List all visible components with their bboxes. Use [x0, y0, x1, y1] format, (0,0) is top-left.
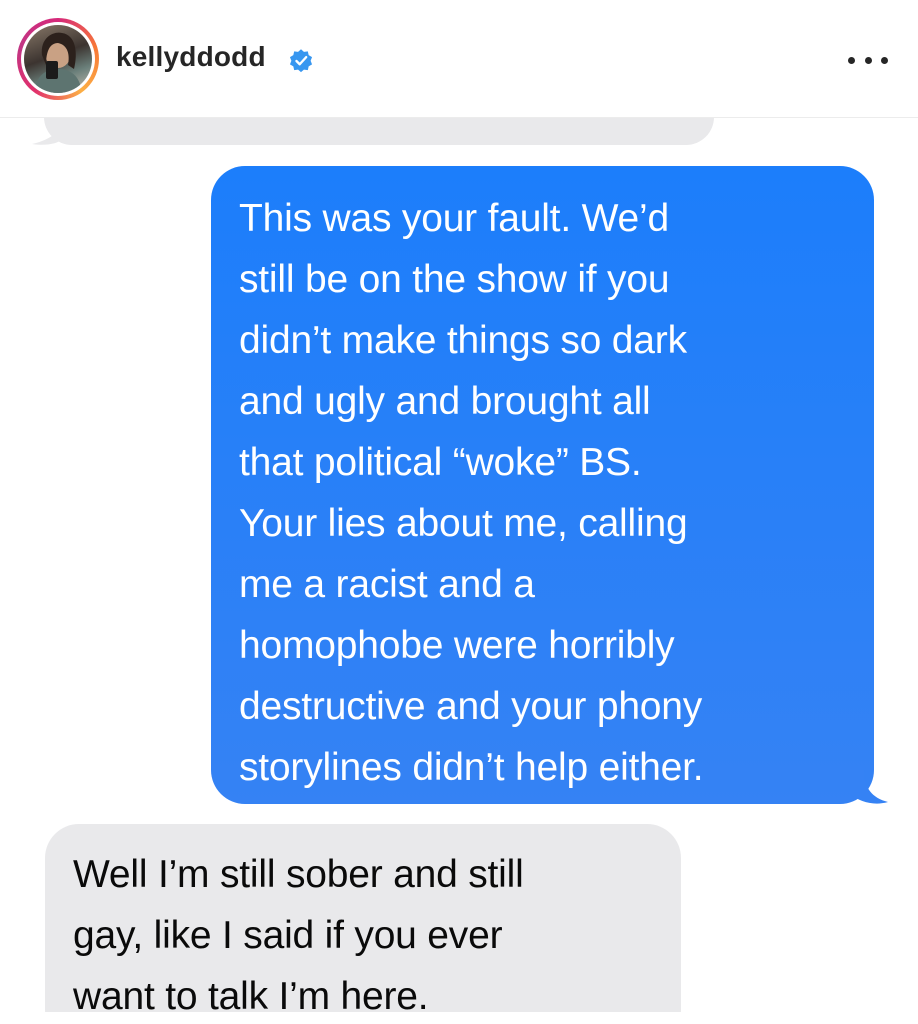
username[interactable]: kellyddodd [116, 41, 266, 73]
verified-badge-icon [289, 49, 313, 73]
post-header: kellyddodd [0, 0, 918, 118]
outgoing-message-tail [850, 770, 888, 804]
instagram-post-view: This was your fault. We’d still be on th… [0, 0, 918, 1024]
previous-message-tail [32, 120, 64, 145]
more-options-icon[interactable] [848, 42, 888, 78]
post-bottom-edge [0, 1012, 918, 1024]
outgoing-message-text: This was your fault. We’d still be on th… [239, 197, 704, 789]
incoming-message-bubble: Well I’m still sober and still gay, like… [45, 824, 681, 1024]
avatar-photo-icon [34, 32, 82, 93]
outgoing-message-bubble: This was your fault. We’d still be on th… [211, 166, 874, 804]
avatar[interactable] [24, 25, 92, 93]
incoming-message-text: Well I’m still sober and still gay, like… [73, 853, 524, 1018]
story-ring[interactable] [17, 18, 99, 100]
